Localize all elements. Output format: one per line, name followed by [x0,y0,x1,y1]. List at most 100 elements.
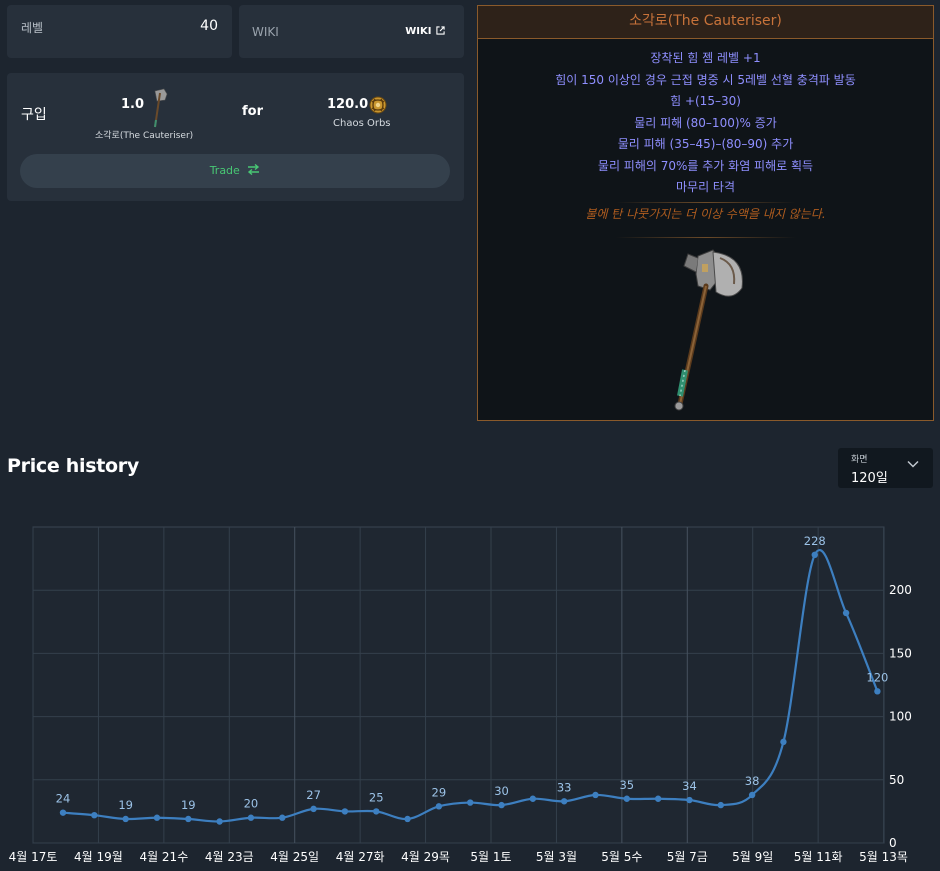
data-label: 24 [56,792,71,806]
price-point [373,808,380,815]
data-label: 19 [181,798,196,812]
x-tick-label: 4월 23금 [205,850,254,864]
x-tick-label: 4월 25일 [270,850,319,864]
item-mod: 장착된 힘 젬 레벨 +1 [650,51,761,65]
item-mod: 물리 피해의 70%를 추가 화염 피해로 획득 [597,158,814,173]
y-tick-label: 150 [889,646,912,660]
flavour-text: 불에 탄 나뭇가지는 더 이상 수액을 내지 않는다. [585,206,826,221]
price-point [467,799,474,806]
x-tick-label: 4월 21수 [139,850,188,864]
level-value: 40 [200,18,218,34]
data-label: 34 [682,779,697,793]
price-point [748,791,756,799]
x-tick-label: 4월 27화 [336,850,385,864]
price-point [874,688,881,695]
swap-arrows-icon [248,163,260,176]
item-name: 소각로(The Cauteriser) [95,131,194,141]
x-tick-label: 5월 5수 [601,850,642,864]
data-label: 33 [557,780,572,794]
item-mod: 힘 +(15–30) [670,94,741,108]
x-tick-label: 5월 11화 [794,850,843,864]
item-mod: 물리 피해 (35–45)–(80–90) 추가 [617,137,794,151]
price-point [560,798,568,805]
separator [616,237,796,238]
price-history-chart: 0 50 100 150 200 4월 17토 4월 19월 4월 21수 4월 23금 4월 2… [9,526,912,864]
x-tick-label: 5월 7금 [667,850,708,864]
item-mod: 마무리 타격 [675,180,735,194]
price-point [341,808,349,815]
x-tick-label: 5월 3월 [536,850,577,864]
y-tick-label: 50 [889,773,904,787]
data-label: 20 [244,797,259,811]
price-point [654,795,662,802]
price-point [811,551,818,559]
price-point [153,814,161,821]
trade-button-label: Trade [209,164,240,177]
price-point [498,801,505,809]
data-label: 120 [866,670,888,684]
price-point [529,795,537,802]
range-select-value: 120일 [851,471,888,486]
price-point [247,814,255,821]
price-point [404,815,411,823]
x-tick-label: 4월 29목 [401,850,450,864]
price-history-title: Price history [7,455,139,477]
price-point [842,609,850,617]
item-quantity: 1.0 [121,97,145,112]
price-point [279,814,286,821]
price-point [592,791,599,799]
cauteriser-axe-icon [154,88,168,128]
for-label: for [242,104,263,119]
price-point [717,801,724,809]
item-mod: 힘이 150 이상인 경우 근접 명중 시 5레벨 선혈 충격파 발동 [555,72,856,87]
range-select-label: 화면 [851,455,868,465]
x-tick-label: 5월 13목 [859,850,908,864]
price-point [435,803,443,810]
price-point [310,805,317,813]
level-card: 레벨 40 [7,5,232,58]
level-label: 레벨 [21,21,44,35]
trade-card: 구입 1.0 소각로(The Cauteriser) for 120.0 Cha… [7,73,464,201]
wiki-label: WIKI [252,25,279,39]
chaos-orb-icon [369,96,387,114]
price-point [686,796,693,804]
price-point [623,795,631,802]
external-link-icon [436,26,445,35]
y-tick-label: 0 [889,836,897,850]
data-label: 30 [494,784,509,798]
price-point [185,815,192,823]
item-header: 소각로(The Cauteriser) [478,6,933,39]
data-label: 25 [369,790,384,804]
item-mods: 장착된 힘 젬 레벨 +1 힘이 150 이상인 경우 근접 명중 시 5레벨 … [478,48,933,199]
buy-label: 구입 [21,107,47,123]
data-label: 27 [306,788,321,802]
x-tick-label: 5월 1토 [470,850,511,864]
separator [616,202,796,203]
plot-area [32,526,885,844]
item-tooltip: 소각로(The Cauteriser) 장착된 힘 젬 레벨 +1 힘이 150… [477,5,934,421]
data-label: 38 [745,774,760,788]
price-point [59,809,67,816]
y-tick-label: 200 [889,583,912,597]
item-mod: 물리 피해 (80–100)% 증가 [634,115,777,130]
price-point [780,738,787,746]
data-label: 228 [804,534,826,548]
trade-button[interactable]: Trade [20,154,450,188]
cauteriser-axe-image [674,249,743,411]
wiki-link[interactable]: WIKI [405,26,445,37]
price-quantity: 120.0 [327,97,369,112]
y-tick-label: 100 [889,710,912,724]
currency-name: Chaos Orbs [333,118,391,129]
range-select[interactable]: 화면 120일 [838,448,933,488]
wiki-card: WIKI WIKI [239,5,464,58]
x-tick-label: 4월 17토 [9,850,58,864]
price-point [122,815,129,823]
data-label: 35 [619,778,634,792]
x-tick-label: 5월 9일 [732,850,773,864]
data-label: 19 [118,798,133,812]
price-point [91,811,98,819]
price-point [216,818,223,825]
chevron-down-icon [907,460,919,468]
data-label: 29 [432,785,447,799]
wiki-link-label: WIKI [405,26,432,37]
